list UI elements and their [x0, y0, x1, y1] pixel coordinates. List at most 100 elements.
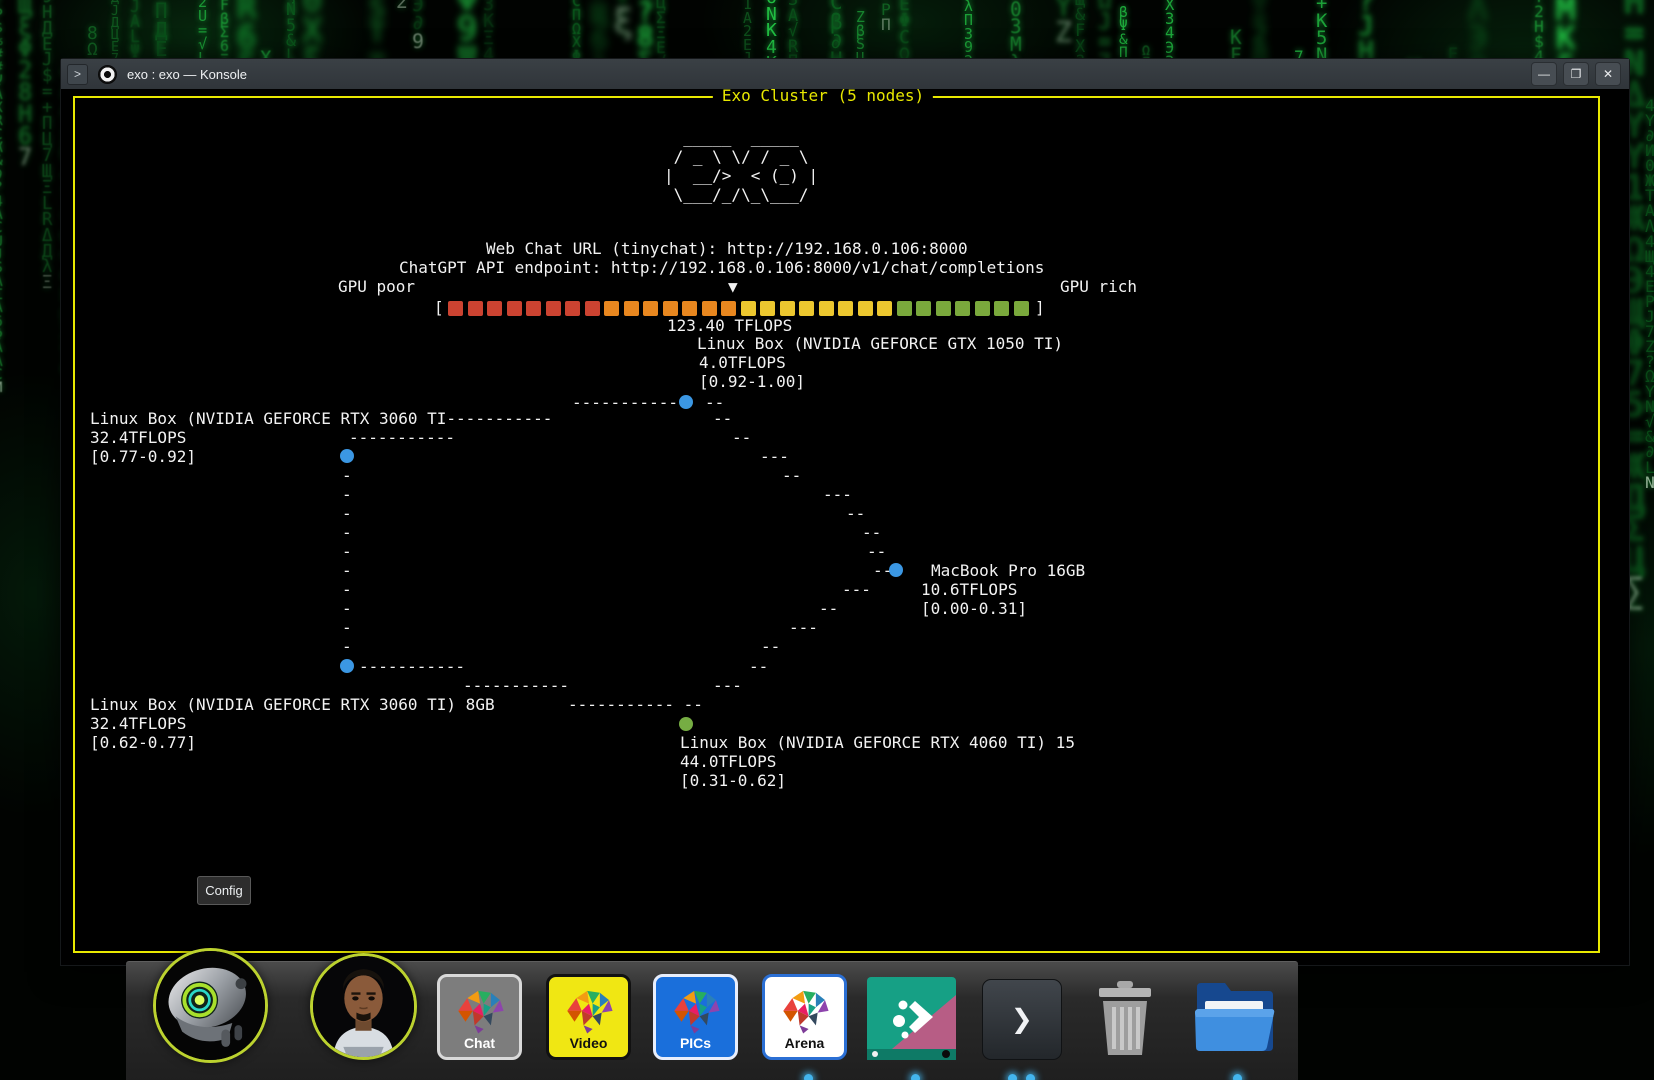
matrix-head-glyph: Z — [1055, 15, 1072, 49]
exo-ascii-logo: _____ _____ / _ \ \/ / _ \ | __/> < (_) … — [664, 128, 818, 204]
meter-square — [858, 301, 873, 316]
man-avatar[interactable] — [310, 953, 417, 1060]
topology-text: - — [342, 580, 352, 599]
meter-square — [994, 301, 1009, 316]
meter-square — [487, 301, 502, 316]
meter-square — [780, 301, 795, 316]
terminal-info-line: ChatGPT API endpoint: http://192.168.0.1… — [399, 258, 1044, 277]
topology-text: Linux Box (NVIDIA GEFORCE RTX 3060 TI) 8… — [90, 695, 495, 714]
tui-frame-title: Exo Cluster (5 nodes) — [713, 89, 933, 105]
tab-chevron-icon[interactable]: > — [67, 64, 88, 85]
meter-square — [565, 301, 580, 316]
topology-text: --- — [760, 447, 789, 466]
matrix-head-glyph: И — [0, 380, 3, 396]
topology-text: [0.00-0.31] — [921, 599, 1027, 618]
dock-panel: Chat Video PICs Arena ❯ — [126, 961, 1298, 1080]
topology-text: Linux Box (NVIDIA GEFORCE GTX 1050 TI) — [697, 334, 1063, 353]
terminal-body[interactable]: Exo Cluster (5 nodes) _____ _____ / _ \ … — [61, 89, 1629, 965]
topology-text: -- — [713, 409, 732, 428]
window-titlebar[interactable]: > exo : exo — Konsole — ❐ ✕ — [61, 59, 1629, 90]
plasma-media-icon[interactable] — [867, 977, 956, 1060]
topology-text: - — [342, 637, 352, 656]
node-dot-rtx-3060-ti — [340, 449, 354, 463]
matrix-column: + & 2 9 H Д E J $ = + Π Ц 7 Щ Ξ L R Δ Д … — [42, 0, 52, 292]
topology-text: - — [342, 618, 352, 637]
maximize-button[interactable]: ❐ — [1563, 62, 1589, 86]
topology-text: --- — [823, 485, 852, 504]
dock-tile-label-video: Video — [570, 1035, 608, 1051]
total-tflops: 123.40 TFLOPS — [667, 316, 792, 335]
meter-square — [604, 301, 619, 316]
topology-text: -- — [819, 599, 838, 618]
meter-square — [975, 301, 990, 316]
meter-square — [624, 301, 639, 316]
matrix-head-glyph: Π — [881, 15, 891, 34]
topology-text: - — [342, 561, 352, 580]
topology-text: ----------- — [463, 676, 569, 695]
topology-text: - — [342, 523, 352, 542]
meter-square — [643, 301, 658, 316]
matrix-head-glyph: Ξ — [42, 273, 52, 293]
topology-text: 44.0TFLOPS — [680, 752, 776, 771]
running-indicator-dot — [1026, 1074, 1035, 1080]
matrix-column: ? J √ R ? ? Д Λ Ξ ∑ ∂ % β % Э λ Z Ж C P … — [881, 0, 891, 33]
terminal-info-line: Web Chat URL (tinychat): http://192.168.… — [486, 239, 968, 258]
meter-square — [468, 301, 483, 316]
matrix-head-glyph: ξ — [613, 2, 633, 41]
topology-text: --- — [789, 618, 818, 637]
meter-square — [897, 301, 912, 316]
matrix-column: 4 Y ∂ И 0 Ж T A Λ 4 Щ 4 E P J 7 Z ? Ω Y … — [1645, 98, 1654, 490]
gpu-rich-label: GPU rich — [1060, 277, 1137, 296]
dock-tile-pics[interactable]: PICs — [653, 974, 738, 1060]
meter-square — [819, 301, 834, 316]
meter-square — [741, 301, 756, 316]
topology-text: MacBook Pro 16GB — [931, 561, 1085, 580]
topology-text: 32.4TFLOPS — [90, 714, 186, 733]
config-button[interactable]: Config — [197, 876, 251, 905]
dock-tile-chat[interactable]: Chat — [437, 974, 522, 1060]
minimize-button[interactable]: — — [1531, 62, 1557, 86]
meter-square — [936, 301, 951, 316]
node-dot-rtx-3060-ti-8gb — [340, 659, 354, 673]
meter-square — [1014, 301, 1029, 316]
window-title: exo : exo — Konsole — [127, 67, 247, 82]
meter-square — [682, 301, 697, 316]
dock-tile-video[interactable]: Video — [546, 974, 631, 1060]
meter-square — [702, 301, 717, 316]
dock-tile-label-pics: PICs — [680, 1035, 711, 1051]
running-indicator-dot — [911, 1074, 920, 1080]
close-button[interactable]: ✕ — [1595, 62, 1621, 86]
meter-bracket-right: ] — [1035, 298, 1045, 317]
dock-tile-arena[interactable]: Arena — [762, 974, 847, 1060]
topology-text: - — [342, 599, 352, 618]
meter-square — [916, 301, 931, 316]
topology-text: - — [342, 542, 352, 561]
robot-avatar[interactable] — [153, 948, 268, 1063]
topology-text: -- — [761, 637, 780, 656]
running-indicator-dot — [804, 1074, 813, 1080]
node-dot-gtx-1050-ti — [679, 395, 693, 409]
meter-square — [721, 301, 736, 316]
topology-text: 32.4TFLOPS — [90, 428, 186, 447]
trash-icon[interactable] — [1091, 979, 1159, 1057]
topology-text: - — [342, 504, 352, 523]
topology-text: Linux Box (NVIDIA GEFORCE RTX 3060 TI---… — [90, 409, 552, 428]
topology-text: -- — [862, 523, 881, 542]
running-indicator-dot — [1233, 1074, 1242, 1080]
matrix-head-glyph: 2 — [396, 0, 408, 13]
topology-text: -- — [867, 542, 886, 561]
konsole-window: > exo : exo — Konsole — ❐ ✕ Exo Cluster … — [60, 58, 1630, 966]
topology-text: Linux Box (NVIDIA GEFORCE RTX 4060 TI) 1… — [680, 733, 1075, 752]
matrix-column: 2 % A 8 3 E √ ξ — [613, 0, 633, 37]
konsole-dock-icon[interactable]: ❯ — [982, 979, 1062, 1060]
node-dot-macbook-pro — [889, 563, 903, 577]
topology-text: 10.6TFLOPS — [921, 580, 1017, 599]
tui-yellow-frame — [73, 96, 1600, 953]
topology-text: [0.62-0.77] — [90, 733, 196, 752]
folder-icon[interactable] — [1191, 975, 1277, 1056]
running-indicator-dot — [1008, 1074, 1017, 1080]
matrix-column: ∂ 4 $ # ∂ Д ∑ J 2 — [396, 0, 408, 11]
meter-square — [526, 301, 541, 316]
meter-square — [838, 301, 853, 316]
meter-square — [448, 301, 463, 316]
